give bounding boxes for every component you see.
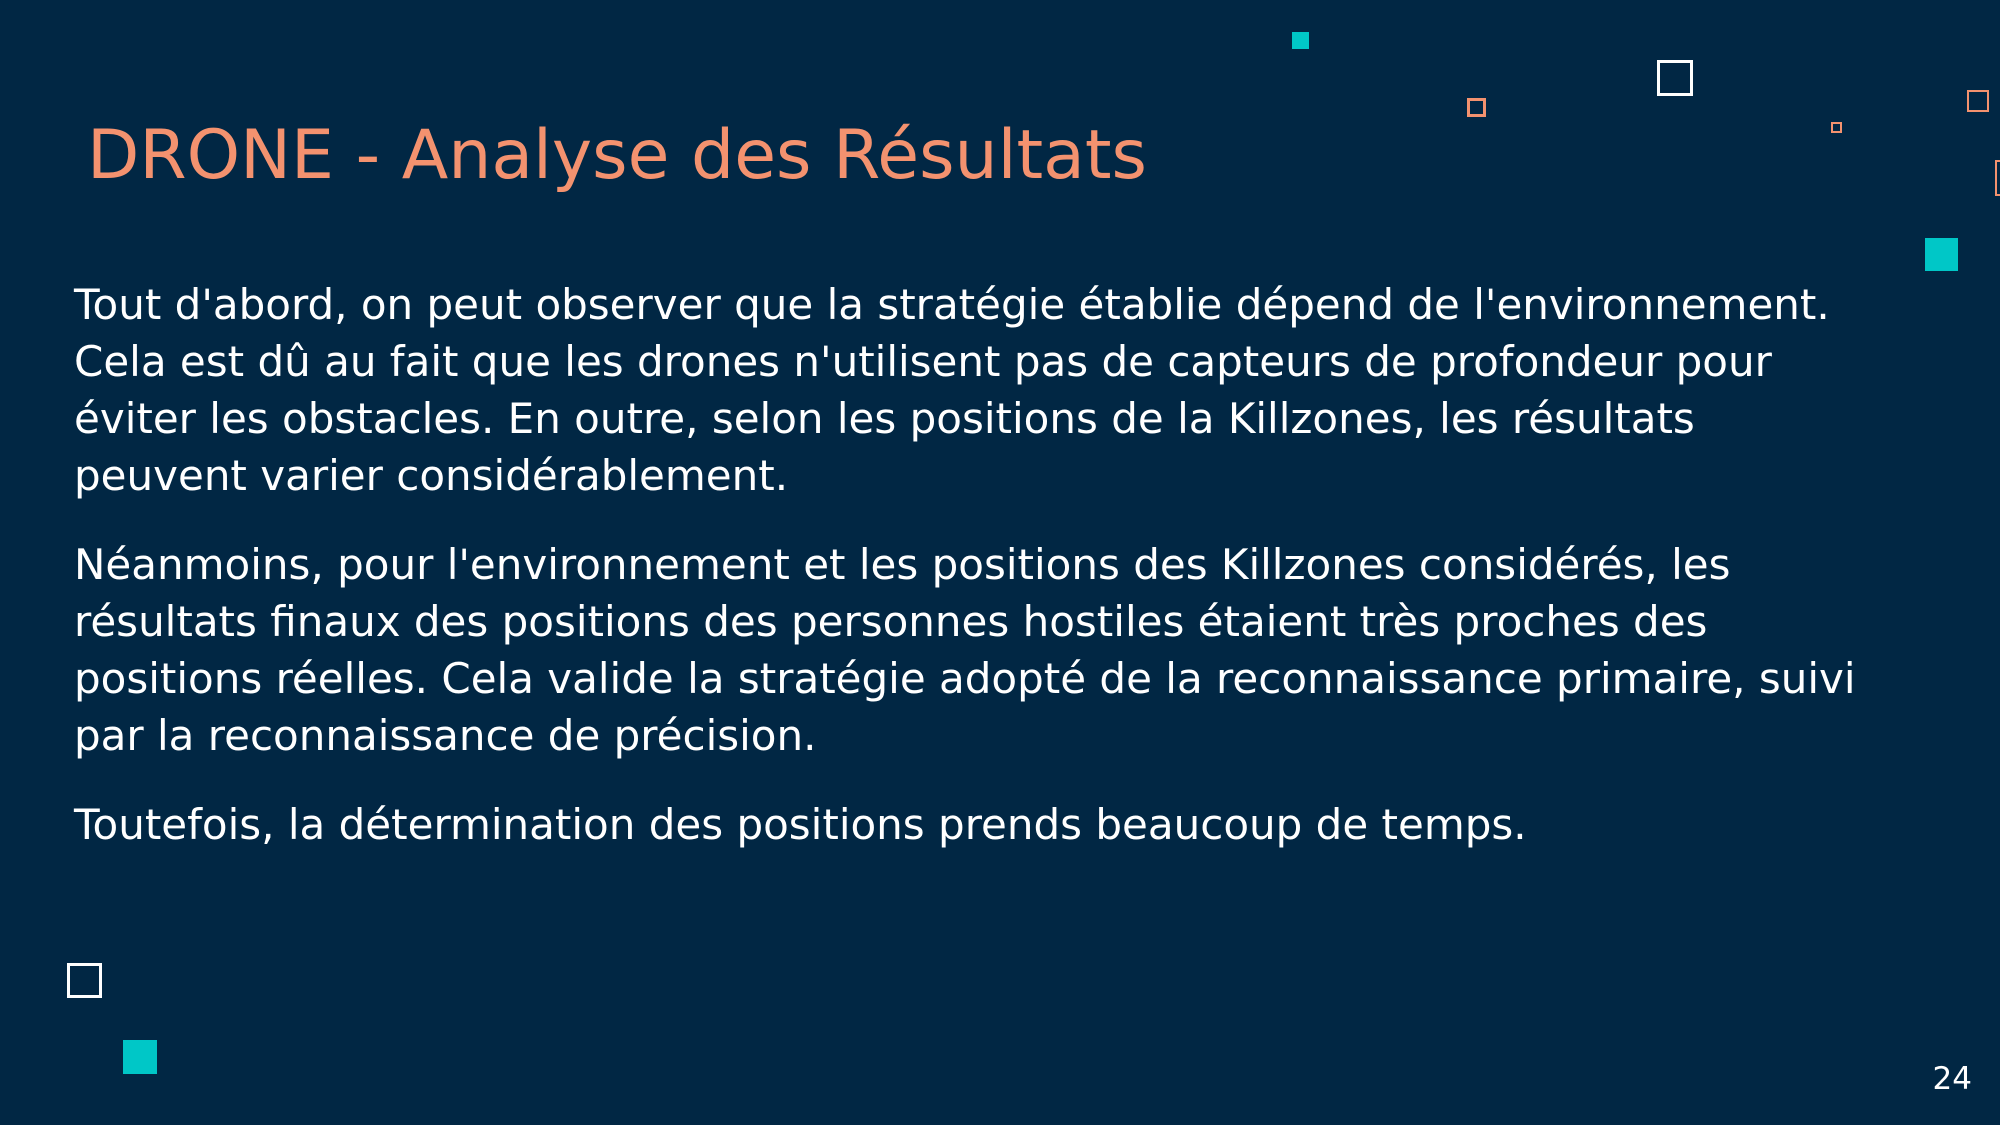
decorative-square-white-outline-bottom (67, 963, 102, 998)
decorative-square-orange-outline (1467, 98, 1486, 117)
slide: DRONE - Analyse des Résultats Tout d'abo… (0, 0, 2000, 1125)
paragraph: Tout d'abord, on peut observer que la st… (74, 280, 1830, 500)
slide-body: Tout d'abord, on peut observer que la st… (74, 276, 1874, 885)
paragraph: Néanmoins, pour l'environnement et les p… (74, 540, 1856, 760)
decorative-square-orange-outline-right (1967, 90, 1989, 112)
decorative-square-orange-outline-small (1831, 122, 1842, 133)
decorative-square-teal-bottom (123, 1040, 157, 1074)
decorative-square-teal-top (1292, 32, 1309, 49)
slide-title: DRONE - Analyse des Résultats (87, 116, 1147, 195)
decorative-square-teal-right (1925, 238, 1958, 271)
decorative-square-white-outline-top (1657, 60, 1693, 96)
page-number: 24 (1932, 1061, 1972, 1097)
decorative-square-orange-outline-edge (1995, 160, 2000, 196)
paragraph: Toutefois, la détermination des position… (74, 800, 1527, 849)
